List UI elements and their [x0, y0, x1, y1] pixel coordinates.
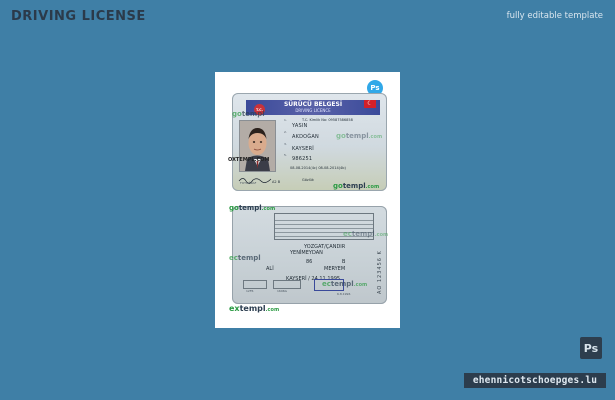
field-2-label: 2.	[284, 130, 287, 134]
surname-value: YASIN	[292, 123, 308, 129]
watermark-front-left: gotempl	[232, 110, 265, 118]
watermark-back-left: ectempl	[229, 254, 261, 262]
code-box-mid	[273, 280, 301, 289]
holder-photo	[239, 120, 276, 172]
birth-place-value: KAYSERİ	[292, 146, 314, 152]
watermark-back-mid: ectempl.com	[322, 280, 368, 288]
turkish-flag-icon: ☾	[364, 100, 376, 108]
card-title: SÜRÜCÜ BELGESİ	[283, 101, 343, 108]
code-mid-value: 1696G	[277, 289, 287, 293]
mother-name-value: MERYEM	[324, 266, 346, 272]
field-3-label: 3.	[284, 142, 287, 146]
document-number-value: 986251	[292, 156, 313, 162]
license-card-front: T.C. SÜRÜCÜ BELGESİ DRIVING LICENCE ☾ T.…	[232, 93, 387, 191]
photoshop-logo-icon: Ps	[580, 337, 602, 359]
holder-signature	[238, 178, 272, 184]
card-subtitle: DRIVING LICENCE	[295, 108, 331, 113]
field-5-label: 5.	[284, 153, 287, 157]
issue-date-small-value: 6.8.1996	[337, 292, 351, 296]
given-name-value: AKDOĞAN	[292, 134, 319, 140]
field-1-label: 1.	[284, 118, 287, 122]
number-value: 86	[306, 259, 313, 265]
watermark-back-right: ectempl.com	[343, 230, 389, 238]
watermark-front-right: gotempl.com	[336, 132, 383, 140]
watermark-back-top: gotempl.com	[229, 204, 276, 212]
page-title: DRIVING LICENSE	[11, 9, 146, 24]
card-header-band: T.C. SÜRÜCÜ BELGESİ DRIVING LICENCE	[246, 100, 380, 115]
validity-dates-value: 08-08-2014(4c) 08-08-2014(4b)	[290, 166, 346, 170]
page-subtitle: fully editable template	[506, 11, 603, 21]
id-number-line: T.C. Kimlik No: 09587586858	[302, 118, 353, 122]
site-watermark: ehennicotschoepges.lu	[464, 373, 606, 388]
letter-value: B	[342, 259, 346, 265]
vision-restriction-value: Gözlük	[302, 178, 314, 182]
watermark-front-bottom: gotempl.com	[333, 182, 380, 190]
watermark-sheet-bottom: extempl.com	[229, 304, 280, 313]
street-value: YENİMEYDAN	[290, 250, 323, 256]
oxtempl-watermark: OXTEMPL.COM	[228, 157, 270, 163]
code-left-value: 12F6	[246, 289, 254, 293]
father-name-value: ALİ	[266, 266, 274, 272]
code-box-left	[243, 280, 267, 289]
